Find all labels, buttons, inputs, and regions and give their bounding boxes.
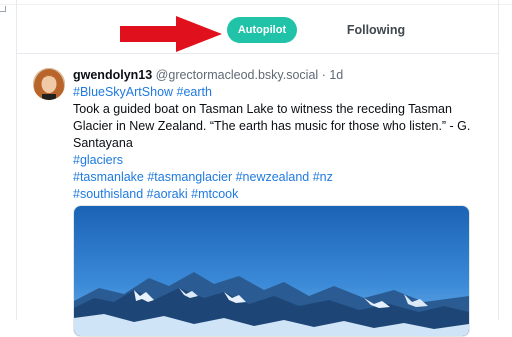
header-separator: · (321, 68, 326, 82)
post-image[interactable] (73, 205, 470, 337)
avatar[interactable] (33, 68, 65, 100)
tab-autopilot[interactable]: Autopilot (227, 17, 297, 43)
author-name[interactable]: gwendolyn13 (73, 68, 152, 82)
post-card[interactable]: gwendolyn13 @grectormacleod.bsky.social … (17, 54, 498, 337)
red-arrow-icon (120, 16, 222, 52)
post-time[interactable]: 1d (329, 68, 343, 82)
post-body-text: Took a guided boat on Tasman Lake to wit… (73, 102, 471, 150)
feed-right-border (498, 0, 499, 320)
hashtags-line-4[interactable]: #southisland #aoraki #mtcook (73, 186, 483, 203)
hashtags-line-2[interactable]: #glaciers (73, 152, 483, 169)
hashtags-line-1[interactable]: #BlueSkyArtShow #earth (73, 84, 483, 101)
author-handle[interactable]: @grectormacleod.bsky.social (156, 68, 319, 82)
corner-mark (0, 6, 6, 12)
post-header: gwendolyn13 @grectormacleod.bsky.social … (73, 68, 343, 82)
tab-following[interactable]: Following (336, 17, 416, 43)
hashtags-line-3[interactable]: #tasmanlake #tasmanglacier #newzealand #… (73, 169, 483, 186)
